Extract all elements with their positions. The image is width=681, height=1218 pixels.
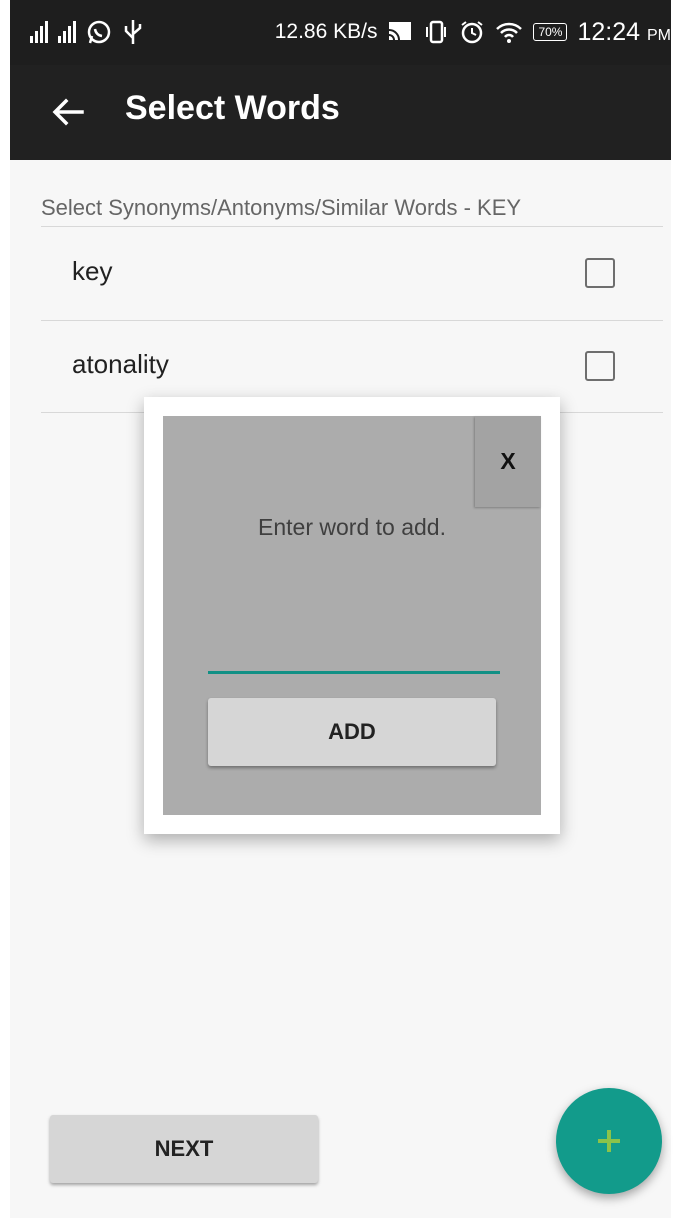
clock: 12:24 PM <box>577 17 671 46</box>
add-word-dialog: X Enter word to add. ADD <box>144 397 560 834</box>
dialog-body: X Enter word to add. ADD <box>163 416 541 815</box>
word-input[interactable] <box>208 631 500 674</box>
app-bar: Select Words <box>10 65 671 160</box>
network-speed: 12.86 KB/s <box>274 20 378 43</box>
status-bar: 12.86 KB/s 70% 12:24 PM <box>10 0 671 65</box>
usb-icon <box>124 20 142 44</box>
plus-icon <box>598 1130 620 1152</box>
add-button[interactable]: ADD <box>208 698 496 766</box>
next-button[interactable]: NEXT <box>50 1115 318 1183</box>
arrow-back-icon[interactable] <box>48 92 88 132</box>
page-title: Select Words <box>125 89 340 127</box>
divider <box>41 226 663 227</box>
dialog-prompt: Enter word to add. <box>258 514 446 540</box>
add-word-fab[interactable] <box>556 1088 662 1194</box>
signal-1-icon <box>30 21 48 43</box>
close-dialog-button[interactable]: X <box>475 416 541 507</box>
section-title: Select Synonyms/Antonyms/Similar Words -… <box>41 195 522 220</box>
word-checkbox[interactable] <box>585 258 615 288</box>
word-label: key <box>72 256 113 286</box>
wifi-icon <box>496 22 523 43</box>
cast-icon <box>389 22 412 41</box>
screen-edge-right <box>671 0 681 1218</box>
word-row-key[interactable]: key <box>41 228 663 320</box>
word-label: atonality <box>72 349 169 379</box>
signal-2-icon <box>58 21 76 43</box>
word-checkbox[interactable] <box>585 351 615 381</box>
vibrate-icon <box>426 20 447 44</box>
alarm-icon <box>461 21 484 44</box>
battery-icon: 70% <box>533 23 568 41</box>
whatsapp-icon <box>87 20 111 44</box>
screen-edge-left <box>0 0 10 1218</box>
